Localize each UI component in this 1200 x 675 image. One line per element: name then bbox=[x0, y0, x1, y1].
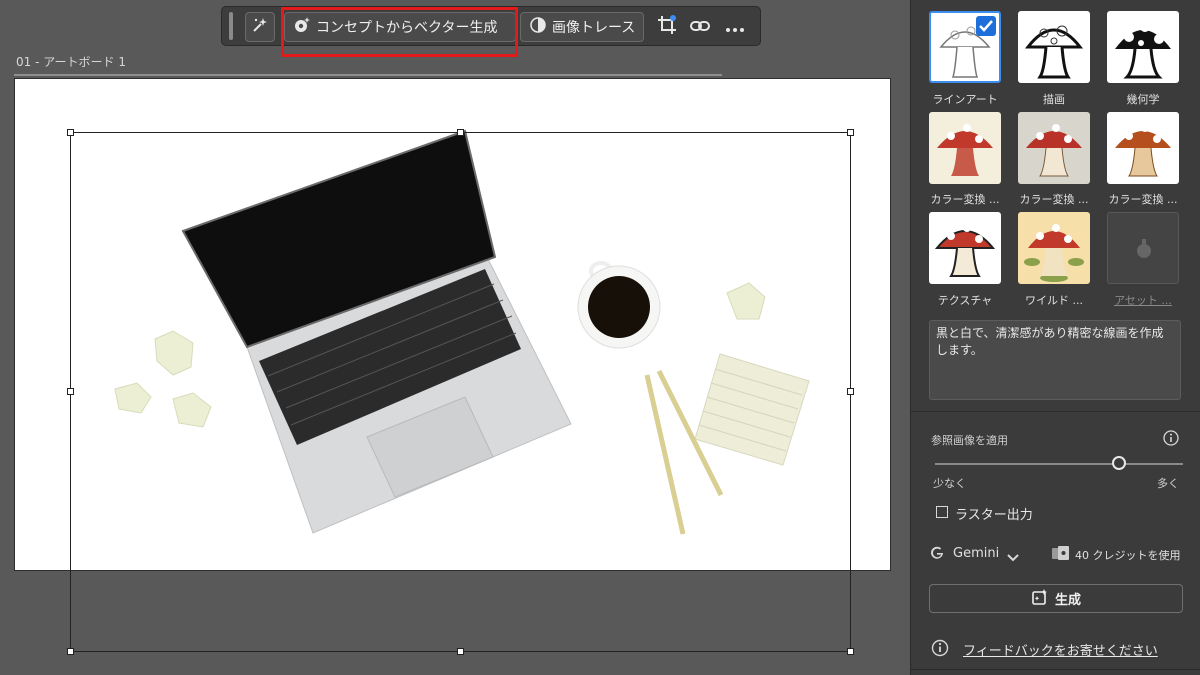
style-tile-wild[interactable] bbox=[1018, 212, 1090, 284]
style-label-texture: テクスチャ bbox=[937, 294, 993, 307]
style-label-wild: ワイルド ... bbox=[1025, 294, 1083, 307]
mushroom-color-thumbnail bbox=[937, 124, 993, 176]
image-trace-button[interactable]: 画像トレース bbox=[520, 12, 644, 42]
style-tile-geometric[interactable] bbox=[1107, 11, 1179, 83]
more-horizontal-icon bbox=[725, 18, 745, 37]
google-logo-icon bbox=[929, 545, 945, 565]
link-button[interactable] bbox=[687, 15, 713, 39]
more-options-button[interactable] bbox=[722, 15, 748, 39]
chevron-down-icon[interactable] bbox=[1007, 548, 1019, 567]
crop-icon bbox=[657, 15, 677, 39]
style-tile-line-art[interactable] bbox=[929, 11, 1001, 83]
reference-strength-slider[interactable] bbox=[935, 463, 1183, 465]
credits-label: 40 クレジットを使用 bbox=[1075, 549, 1181, 562]
model-selector[interactable]: Gemini bbox=[953, 546, 999, 561]
image-trace-icon bbox=[529, 16, 547, 38]
image-trace-label: 画像トレース bbox=[552, 20, 636, 36]
style-tile-color-3[interactable] bbox=[1107, 112, 1179, 184]
style-tile-texture[interactable] bbox=[929, 212, 1001, 284]
desk-photo-image bbox=[114, 129, 810, 535]
asset-placeholder-icon bbox=[1132, 237, 1156, 265]
selected-check-icon bbox=[976, 16, 996, 36]
panel-divider bbox=[911, 411, 1200, 412]
style-label-drawing: 描画 bbox=[1043, 93, 1065, 106]
generate-label: 生成 bbox=[1054, 593, 1081, 608]
slider-min-label: 少なく bbox=[933, 477, 966, 490]
credits-icon bbox=[1051, 545, 1071, 565]
generate-sparkle-icon bbox=[1031, 588, 1049, 610]
resize-handle-bottom-left[interactable] bbox=[67, 648, 74, 655]
style-tile-drawing[interactable] bbox=[1018, 11, 1090, 83]
raster-output-checkbox[interactable] bbox=[936, 506, 948, 518]
mushroom-texture-thumbnail bbox=[934, 224, 996, 277]
raster-output-label[interactable]: ラスター出力 bbox=[955, 504, 1033, 523]
generate-button[interactable]: 生成 bbox=[929, 584, 1183, 613]
prompt-textarea[interactable]: 黒と白で、清潔感があり精密な線画を作成します。 bbox=[929, 320, 1181, 400]
slider-max-label: 多く bbox=[1157, 477, 1179, 490]
highlight-annotation-box bbox=[281, 7, 518, 57]
link-icon bbox=[690, 18, 710, 37]
mushroom-color-thumbnail bbox=[1026, 124, 1082, 177]
style-tile-asset[interactable] bbox=[1107, 212, 1179, 284]
info-icon[interactable] bbox=[1163, 430, 1179, 450]
slider-thumb[interactable] bbox=[1111, 456, 1126, 470]
feedback-link[interactable]: フィードバックをお寄せください bbox=[963, 640, 1158, 659]
feedback-info-icon bbox=[931, 639, 949, 661]
style-label-asset[interactable]: アセット ... bbox=[1102, 292, 1184, 308]
artboard-label[interactable]: 01 - アートボード 1 bbox=[16, 53, 126, 70]
resize-handle-bottom[interactable] bbox=[457, 648, 464, 655]
mushroom-wild-thumbnail bbox=[1024, 224, 1084, 282]
generate-vector-panel: ラインアート 描画 幾何学 カラー変換 ... カラー変換 ... カラー変換 … bbox=[910, 0, 1200, 675]
panel-bottom-border bbox=[911, 669, 1200, 670]
sparkle-wand-icon bbox=[251, 16, 269, 38]
mushroom-color-thumbnail bbox=[1115, 124, 1171, 177]
crop-button[interactable] bbox=[654, 15, 680, 39]
style-label-geometric: 幾何学 bbox=[1126, 93, 1160, 106]
style-tile-color-1[interactable] bbox=[929, 112, 1001, 184]
resize-handle-bottom-right[interactable] bbox=[847, 648, 854, 655]
sticky-note-image bbox=[694, 353, 810, 466]
mushroom-geometric-thumbnail bbox=[1115, 22, 1171, 79]
style-label-color-2: カラー変換 ... bbox=[1019, 193, 1089, 206]
toolbar-drag-handle[interactable] bbox=[229, 12, 233, 40]
style-label-line-art: ラインアート bbox=[932, 93, 998, 106]
style-label-color-3: カラー変換 ... bbox=[1108, 193, 1178, 206]
reference-image-label: 参照画像を適用 bbox=[931, 434, 1008, 447]
artboard-canvas[interactable] bbox=[14, 78, 891, 571]
coffee-cup-image bbox=[577, 261, 661, 349]
laptop-image bbox=[181, 129, 572, 534]
style-tile-color-2[interactable] bbox=[1018, 112, 1090, 184]
style-label-color-1: カラー変換 ... bbox=[930, 193, 1000, 206]
mushroom-drawing-thumbnail bbox=[1024, 25, 1084, 79]
artboard-top-rule bbox=[14, 74, 722, 76]
magic-wand-button[interactable] bbox=[245, 12, 275, 42]
